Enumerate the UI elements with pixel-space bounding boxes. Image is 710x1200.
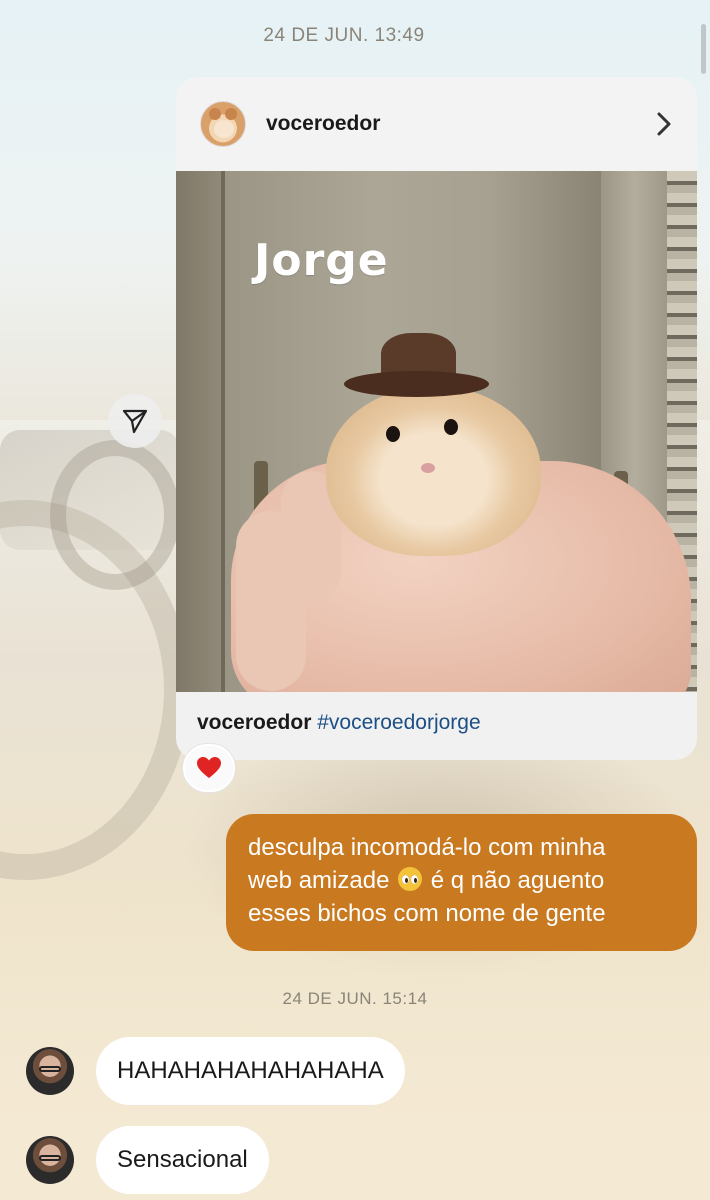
outgoing-message-bubble[interactable]: desculpa incomodá-lo com minha web amiza… (226, 814, 697, 951)
avatar[interactable] (26, 1047, 74, 1095)
paper-plane-icon (122, 409, 148, 434)
incoming-message-bubble[interactable]: HAHAHAHAHAHAHAHA (96, 1037, 405, 1105)
hamster-avatar[interactable] (200, 101, 246, 147)
scrollbar[interactable] (701, 24, 706, 74)
caption-username[interactable]: voceroedor (197, 711, 311, 734)
message-line: desculpa incomodá-lo com minha (248, 834, 606, 861)
incoming-message-bubble[interactable]: Sensacional (96, 1126, 269, 1194)
shared-post-card[interactable]: voceroedor Jorge voceroedor #voceroedorj… (176, 77, 697, 760)
avatar[interactable] (26, 1136, 74, 1184)
heart-reaction[interactable] (183, 744, 235, 792)
incoming-message-row: HAHAHAHAHAHAHAHA (26, 1037, 405, 1105)
post-image-title: Jorge (254, 235, 389, 286)
post-image[interactable]: Jorge (176, 171, 697, 692)
message-text: web amizade (248, 867, 390, 894)
message-line: web amizade é q não aguento (248, 864, 673, 897)
message-line: esses bichos com nome de gente (248, 900, 606, 927)
pleading-face-icon (398, 867, 423, 891)
share-button[interactable] (108, 394, 162, 448)
message-text: é q não aguento (430, 867, 605, 894)
chevron-right-icon[interactable] (653, 110, 675, 138)
post-caption[interactable]: voceroedor #voceroedorjorge (197, 711, 481, 735)
heart-icon (197, 757, 221, 778)
post-username[interactable]: voceroedor (266, 112, 380, 136)
incoming-message-row: Sensacional (26, 1126, 269, 1194)
shared-post-header[interactable]: voceroedor (176, 77, 697, 171)
message-timestamp: 24 DE JUN. 13:49 (263, 25, 425, 46)
message-timestamp: 24 DE JUN. 15:14 (282, 989, 428, 1008)
caption-hashtag[interactable]: #voceroedorjorge (317, 711, 480, 734)
